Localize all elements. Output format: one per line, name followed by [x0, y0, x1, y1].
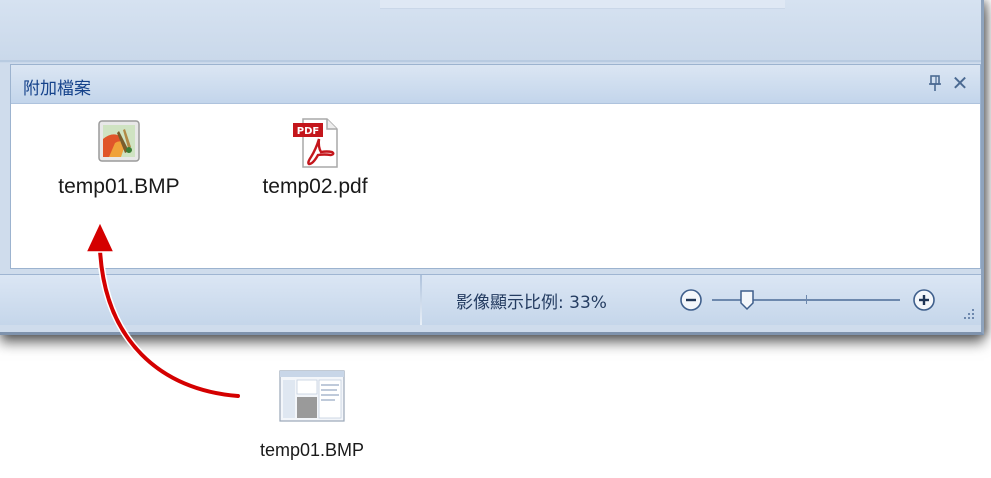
pin-icon[interactable] — [928, 74, 942, 92]
zoom-in-icon[interactable] — [912, 288, 936, 312]
attachment-item-bmp[interactable]: temp01.BMP — [29, 117, 209, 199]
top-panel-edge — [380, 0, 785, 9]
dragged-file[interactable]: temp01.BMP — [232, 370, 392, 461]
pdf-file-icon: PDF — [291, 117, 339, 168]
top-area-divider — [0, 60, 981, 62]
pane-title: 附加檔案 — [23, 79, 91, 99]
status-bar: 影像顯示比例: 33% — [0, 274, 981, 325]
attachment-name: temp01.BMP — [58, 175, 180, 198]
status-bar-divider — [420, 275, 422, 325]
zoom-slider-thumb[interactable] — [739, 289, 755, 311]
resize-grip-icon[interactable] — [960, 305, 976, 321]
top-area — [0, 0, 981, 63]
application-window: 附加檔案 ✕ temp01.BMP PDF temp02.pdf 影像顯示比例:… — [0, 0, 984, 335]
pdf-badge: PDF — [297, 126, 319, 137]
attachment-name: temp02.pdf — [262, 175, 368, 198]
bitmap-file-icon — [95, 117, 143, 165]
zoom-level-label: 影像顯示比例: 33% — [456, 293, 607, 313]
close-icon[interactable]: ✕ — [950, 72, 970, 94]
zoom-slider-midpoint — [806, 295, 807, 304]
attachments-pane-header: 附加檔案 ✕ — [11, 65, 980, 104]
zoom-out-icon[interactable] — [679, 288, 703, 312]
bitmap-file-icon — [279, 370, 345, 422]
attachments-pane: 附加檔案 ✕ temp01.BMP PDF temp02.pdf — [10, 64, 981, 269]
dragged-file-name: temp01.BMP — [259, 440, 365, 460]
attachment-item-pdf[interactable]: PDF temp02.pdf — [235, 117, 395, 199]
